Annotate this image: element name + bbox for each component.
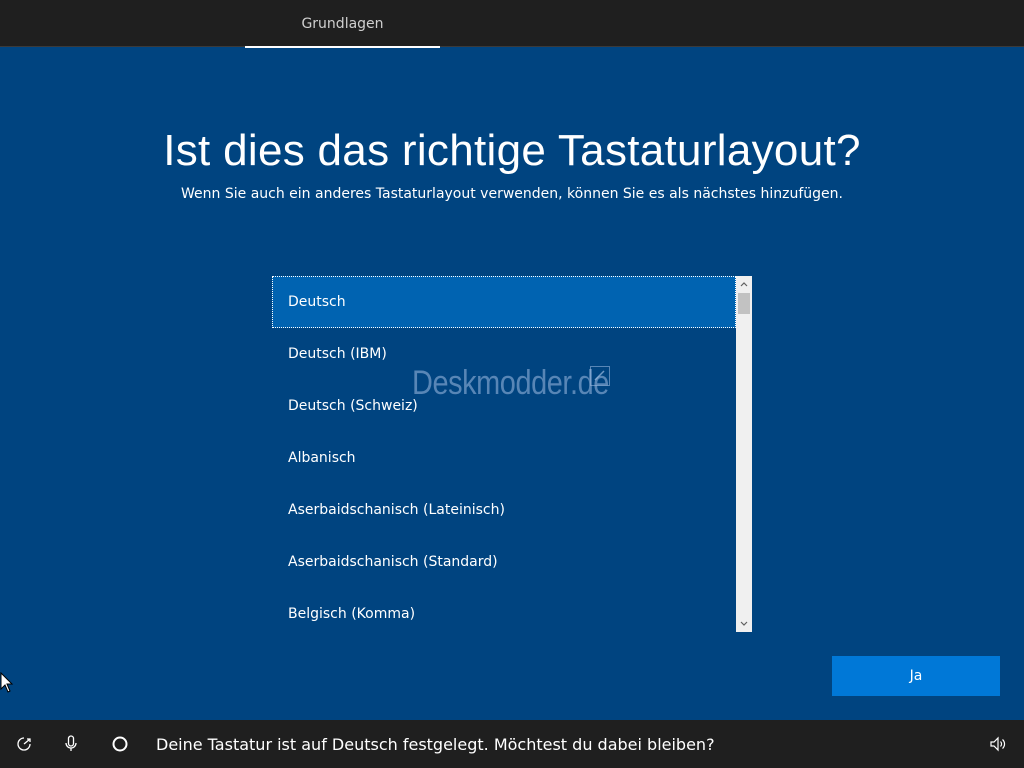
page-title: Ist dies das richtige Tastaturlayout? bbox=[163, 126, 861, 175]
list-item-label: Deutsch bbox=[288, 294, 346, 310]
list-item-aserbaidschanisch-lateinisch[interactable]: Aserbaidschanisch (Lateinisch) bbox=[272, 484, 736, 536]
keyboard-layout-items: Deutsch Deutsch (IBM) Deutsch (Schweiz) … bbox=[272, 276, 736, 632]
scrollbar-thumb[interactable] bbox=[738, 293, 750, 314]
list-item-label: Belgisch (Komma) bbox=[288, 606, 416, 622]
yes-button[interactable]: Ja bbox=[832, 656, 1000, 696]
list-item-label: Aserbaidschanisch (Lateinisch) bbox=[288, 502, 505, 518]
pencil-icon bbox=[590, 366, 610, 386]
voice-prompt-text: Deine Tastatur ist auf Deutsch festgeleg… bbox=[156, 734, 715, 754]
chevron-down-icon[interactable] bbox=[736, 616, 752, 632]
keyboard-layout-list[interactable]: Deutsch Deutsch (IBM) Deutsch (Schweiz) … bbox=[272, 276, 752, 632]
tab-label: Grundlagen bbox=[301, 15, 384, 32]
microphone-icon[interactable] bbox=[59, 732, 83, 756]
chevron-up-icon[interactable] bbox=[736, 276, 752, 292]
watermark-text: Deskmodder.de bbox=[412, 364, 609, 402]
list-item-label: Deutsch (Schweiz) bbox=[288, 398, 418, 414]
mouse-cursor-icon bbox=[0, 672, 14, 693]
tab-active-indicator bbox=[245, 46, 440, 48]
list-item-albanisch[interactable]: Albanisch bbox=[272, 432, 736, 484]
list-item-aserbaidschanisch-standard[interactable]: Aserbaidschanisch (Standard) bbox=[272, 536, 736, 588]
cortana-icon[interactable] bbox=[108, 732, 132, 756]
list-item-label: Deutsch (IBM) bbox=[288, 346, 387, 362]
list-item-label: Aserbaidschanisch (Standard) bbox=[288, 554, 498, 570]
list-item-deutsch[interactable]: Deutsch bbox=[272, 276, 736, 328]
list-item-belgisch-komma[interactable]: Belgisch (Komma) bbox=[272, 588, 736, 632]
volume-icon[interactable] bbox=[986, 732, 1010, 756]
ease-of-access-icon[interactable] bbox=[12, 732, 36, 756]
page-subtitle: Wenn Sie auch ein anderes Tastaturlayout… bbox=[181, 186, 843, 202]
tab-grundlagen: Grundlagen bbox=[245, 0, 440, 48]
bottom-bar: Deine Tastatur ist auf Deutsch festgeleg… bbox=[0, 720, 1024, 768]
list-scrollbar[interactable] bbox=[736, 276, 752, 632]
top-navigation-bar: Grundlagen bbox=[0, 0, 1024, 48]
list-item-label: Albanisch bbox=[288, 450, 356, 466]
